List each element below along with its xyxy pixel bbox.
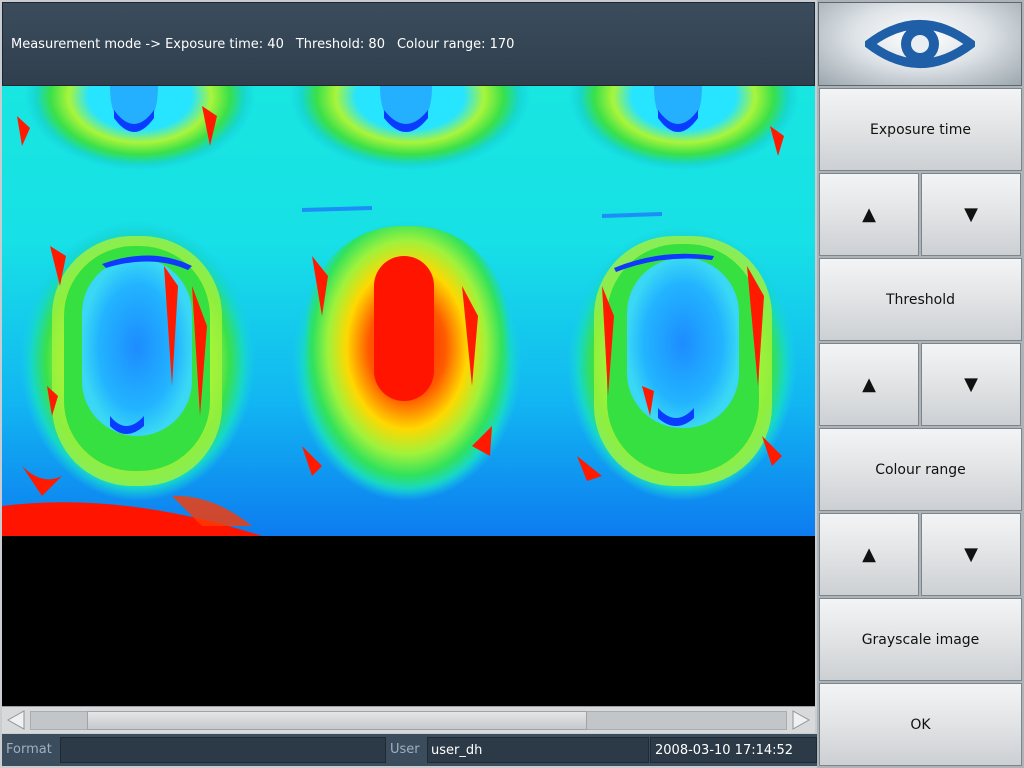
scroll-right-icon [792, 710, 811, 730]
colour-range-down-button[interactable]: ▼ [921, 513, 1021, 596]
colour-range-text: Colour range: 170 [396, 37, 515, 52]
left-ring-feature [20, 221, 255, 501]
scroll-left-button[interactable] [4, 709, 28, 731]
status-footer: Format User user_dh 2008-03-10 17:14:52 [2, 734, 817, 766]
scroll-track[interactable] [30, 711, 787, 730]
datetime-field: 2008-03-10 17:14:52 [650, 737, 817, 763]
colour-range-button[interactable]: Colour range [819, 428, 1022, 511]
scroll-thumb[interactable] [87, 711, 587, 730]
heatmap-image [2, 86, 815, 536]
user-label: User [390, 742, 420, 757]
ok-button[interactable]: OK [819, 683, 1022, 766]
exposure-down-button[interactable]: ▼ [921, 173, 1021, 256]
mode-exposure-text: Measurement mode -> Exposure time: 40 [11, 37, 284, 52]
top-row-features [17, 86, 799, 171]
threshold-up-button[interactable]: ▲ [819, 343, 919, 426]
grayscale-image-button[interactable]: Grayscale image [819, 598, 1022, 681]
scroll-right-button[interactable] [789, 709, 813, 731]
exposure-time-button[interactable]: Exposure time [819, 88, 1022, 171]
image-viewport[interactable] [2, 86, 815, 706]
threshold-down-button[interactable]: ▼ [921, 343, 1021, 426]
center-hot-feature [292, 221, 522, 501]
threshold-button[interactable]: Threshold [819, 258, 1022, 341]
right-ring-feature [567, 226, 797, 501]
control-panel: Exposure time ▲ ▼ Threshold ▲ ▼ Colour r… [817, 0, 1024, 768]
exposure-up-button[interactable]: ▲ [819, 173, 919, 256]
horizontal-scrollbar[interactable] [2, 706, 815, 733]
scroll-left-icon [6, 710, 25, 730]
format-field [60, 737, 386, 763]
user-field: user_dh [427, 737, 649, 763]
status-header: Measurement mode -> Exposure time: 40 Thr… [2, 2, 815, 86]
eye-logo-icon [865, 20, 975, 68]
colour-range-up-button[interactable]: ▲ [819, 513, 919, 596]
threshold-text: Threshold: 80 [295, 37, 385, 52]
logo [818, 2, 1022, 86]
format-label: Format [6, 742, 52, 757]
